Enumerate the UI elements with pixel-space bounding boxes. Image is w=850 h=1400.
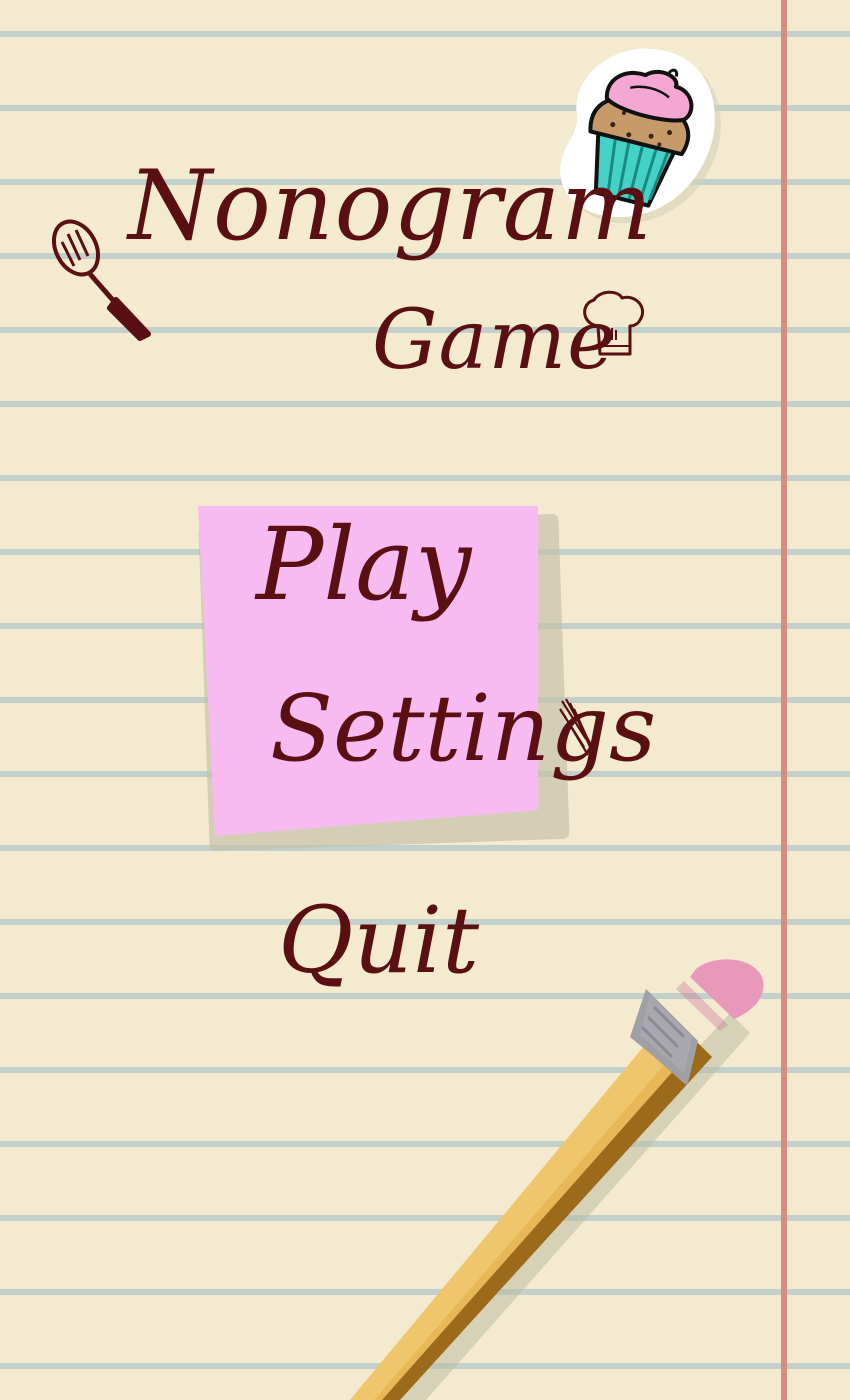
game-subtitle: Game <box>372 293 617 388</box>
game-title: Nonogram <box>128 150 654 262</box>
settings-button[interactable]: Settings <box>270 683 656 775</box>
play-button[interactable]: Play <box>256 515 471 615</box>
pencil-icon <box>350 959 764 1400</box>
margin-line <box>781 0 787 1400</box>
